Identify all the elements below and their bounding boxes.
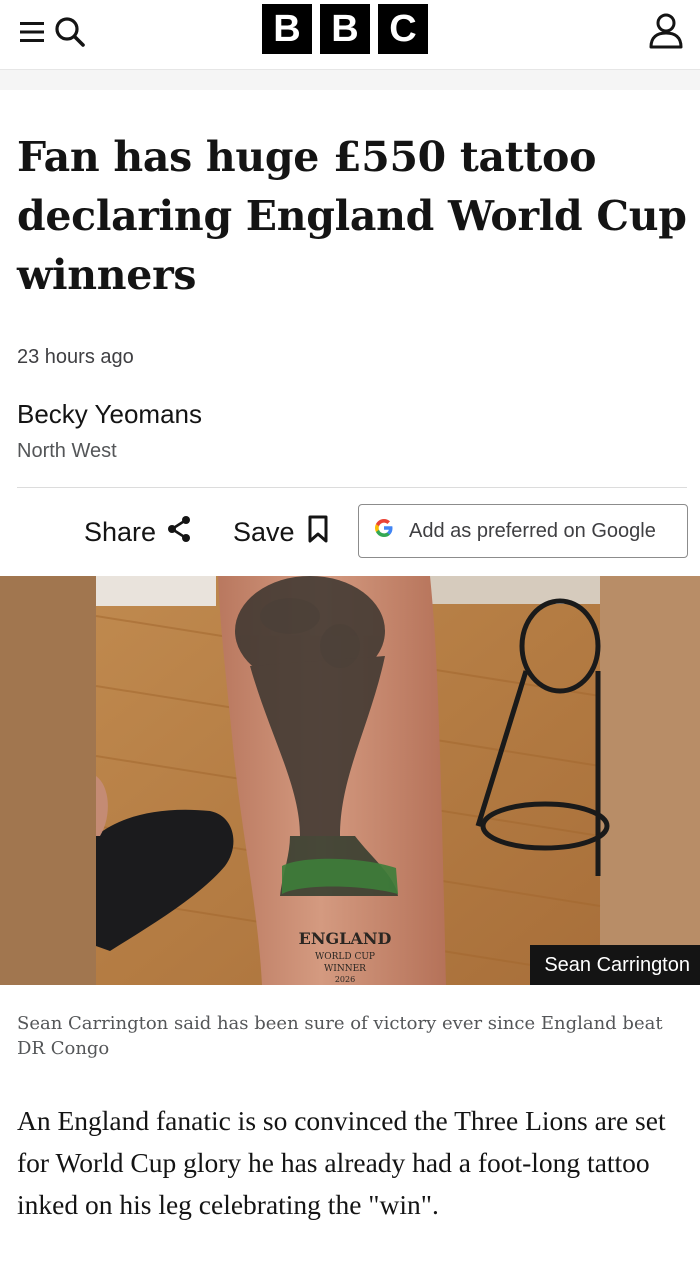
save-button[interactable]: Save — [233, 510, 329, 554]
meta-divider — [17, 487, 687, 488]
google-button-label: Add as preferred on Google — [409, 519, 656, 542]
tattoo-photo-illustration: ENGLAND WORLD CUP WINNER 2026 — [0, 576, 700, 985]
top-navigation-bar: B B C — [0, 0, 700, 70]
google-icon — [373, 517, 395, 545]
photo-caption: Sean Carrington said has been sure of vi… — [17, 1013, 663, 1059]
share-button[interactable]: Share — [84, 510, 192, 554]
menu-search-button[interactable] — [18, 16, 90, 52]
bookmark-icon — [307, 515, 329, 550]
logo-letter-b2: B — [320, 4, 370, 54]
logo-letter-c: C — [378, 4, 428, 54]
author-location: North West — [17, 440, 117, 462]
save-label: Save — [233, 516, 295, 547]
photo-credit: Sean Carrington — [530, 945, 700, 985]
account-icon[interactable] — [646, 13, 686, 55]
bbc-logo[interactable]: B B C — [262, 4, 428, 54]
add-preferred-google-button[interactable]: Add as preferred on Google — [358, 504, 688, 558]
article-timestamp: 23 hours ago — [17, 346, 134, 368]
menu-icon[interactable] — [18, 17, 48, 52]
tattoo-text-line-1: ENGLAND — [299, 929, 392, 948]
search-icon[interactable] — [54, 16, 86, 53]
header-separator-band — [0, 70, 700, 90]
tattoo-text-line-3: WINNER — [324, 964, 366, 974]
account-button[interactable] — [646, 11, 686, 51]
tattoo-text-line-4: 2026 — [335, 975, 355, 984]
share-label: Share — [84, 516, 157, 547]
article-paragraph: An England fanatic is so convinced the T… — [17, 1105, 666, 1220]
logo-letter-b1: B — [262, 4, 312, 54]
article-headline: Fan has huge £550 tattoo declaring Engla… — [17, 133, 687, 299]
article-photo: ENGLAND WORLD CUP WINNER 2026 Sean Carri… — [0, 576, 700, 985]
tattoo-text-line-2: WORLD CUP — [315, 952, 375, 962]
share-icon — [166, 515, 192, 550]
author-name: Becky Yeomans — [17, 399, 203, 429]
